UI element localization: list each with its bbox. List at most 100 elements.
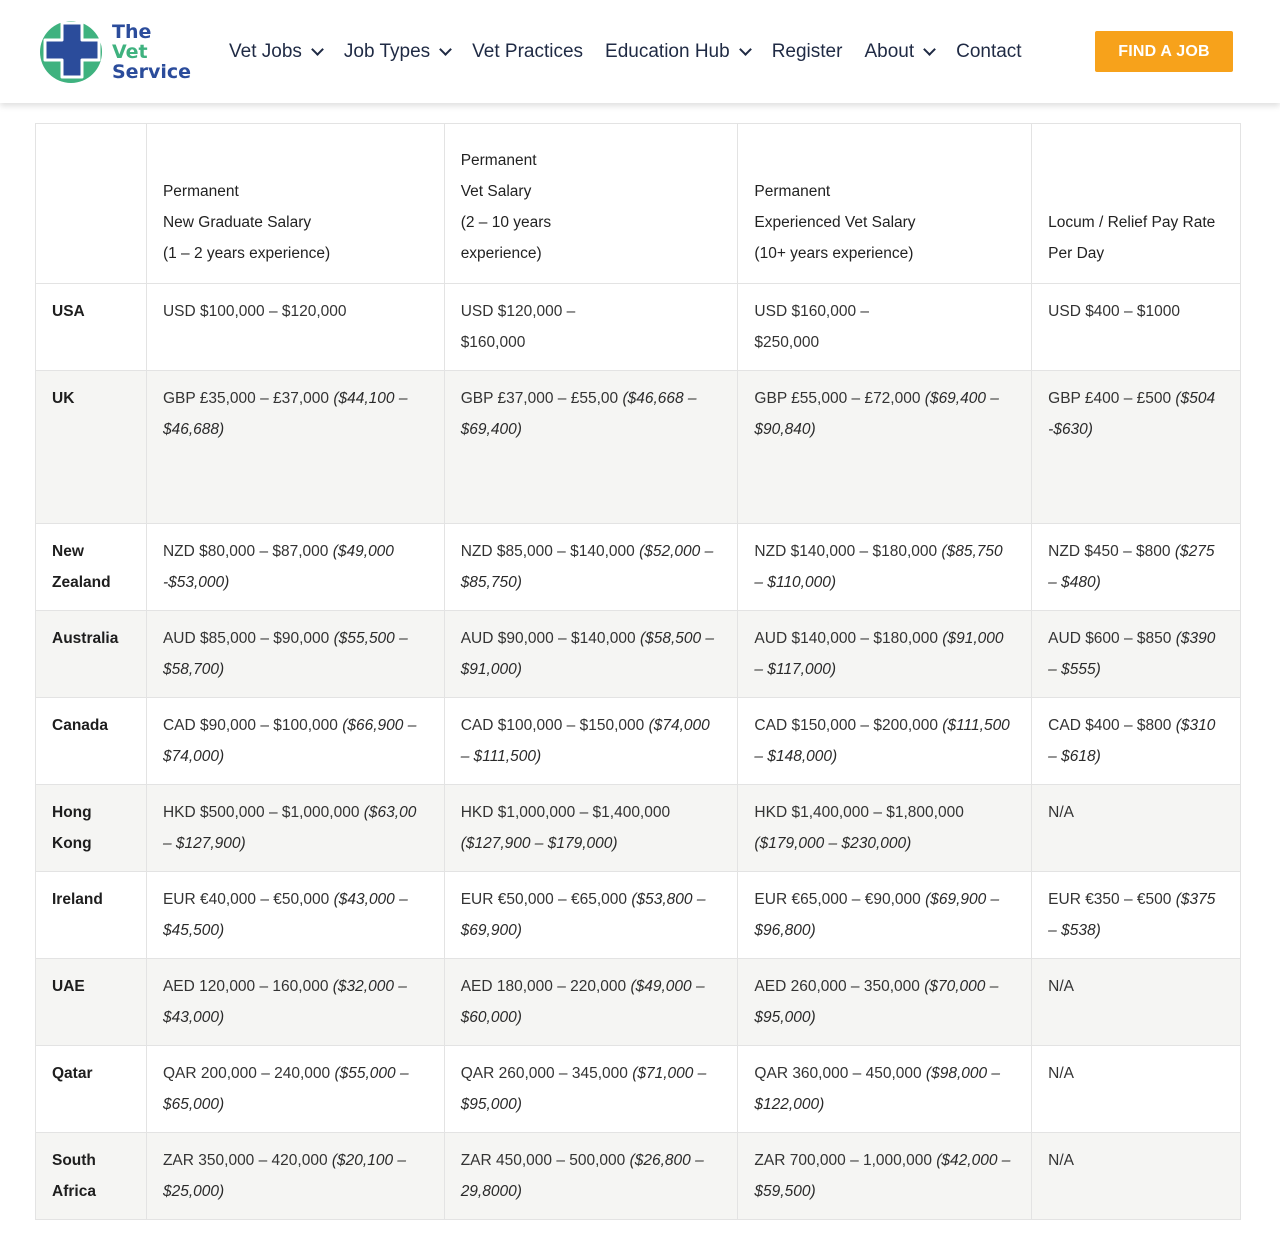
salary-local: AUD $600 – $850 [1048,630,1176,647]
salary-value: EUR €350 – €500 ($375 – $538) [1048,872,1224,946]
salary-local: N/A [1048,1152,1074,1169]
salary-local: NZD $450 – $800 [1048,543,1175,560]
salary-value: GBP £37,000 – £55,00 ($46,668 – $69,400) [461,371,722,445]
nav-register[interactable]: Register [772,41,843,63]
salary-cell: N/A [1031,958,1241,1046]
salary-cell: GBP £400 – £500 ($504 -$630) [1031,370,1241,524]
country-cell: Hong Kong [35,784,147,872]
salary-usd-conversion: ($179,000 – $230,000) [754,835,912,852]
salary-cell: N/A [1031,784,1241,872]
salary-cell: AED 120,000 – 160,000 ($32,000 – $43,000… [145,958,445,1046]
salary-value: CAD $90,000 – $100,000 ($66,900 – $74,00… [163,698,428,772]
salary-value: ZAR 450,000 – 500,000 ($26,800 – 29,8000… [461,1133,722,1207]
salary-value: N/A [1048,785,1224,828]
salary-local: QAR 260,000 – 345,000 [460,1065,633,1082]
logo-line-3: Service [112,61,191,83]
salary-value: NZD $140,000 – $180,000 ($85,750 – $110,… [754,524,1015,598]
salary-value: NZD $450 – $800 ($275 – $480) [1048,524,1224,598]
salary-cell: CAD $400 – $800 ($310 – $618) [1031,697,1241,785]
nav-label: Contact [956,41,1022,62]
nav-label: Register [771,41,843,62]
salary-local: N/A [1048,804,1074,821]
vet-cross-logo-icon [40,21,102,83]
logo[interactable]: The Vet Service [38,17,198,87]
salary-value: AUD $140,000 – $180,000 ($91,000 – $117,… [754,611,1015,685]
salary-local: EUR €65,000 – €90,000 [754,891,926,908]
country-name: UK [52,371,130,414]
salary-local: QAR 200,000 – 240,000 [162,1065,335,1082]
header-cell-empty [35,123,147,284]
country-line: South [52,1152,96,1169]
nav-education-hub[interactable]: Education Hub [605,41,752,63]
country-cell: Canada [35,697,147,785]
country-cell: New Zealand [35,523,147,611]
salary-value: GBP £35,000 – £37,000 ($44,100 – $46,688… [163,371,428,445]
country-line: UK [52,390,75,407]
nav-contact[interactable]: Contact [956,41,1021,63]
salary-value: AED 260,000 – 350,000 ($70,000 – $95,000… [754,959,1015,1033]
table-row: USA USD $100,000 – $120,000 USD $120,000 –… [35,283,1241,371]
salary-local: USD $120,000 – [460,303,576,320]
logo-line-2: Vet [112,41,148,63]
country-name: Australia [52,611,130,654]
salary-value: USD $160,000 – $250,000 [754,284,1015,358]
salary-local: CAD $400 – $800 [1048,717,1176,734]
salary-value: USD $120,000 – $160,000 [461,284,722,358]
salary-local: EUR €350 – €500 [1048,891,1176,908]
nav-vet-jobs[interactable]: Vet Jobs [229,41,324,63]
salary-cell: AUD $90,000 – $140,000 ($58,500 – $91,00… [443,610,739,698]
salary-local: USD $100,000 – $120,000 [162,303,347,320]
country-line: Australia [52,630,119,647]
salary-local: N/A [1048,1065,1074,1082]
salary-local: AUD $85,000 – $90,000 [162,630,334,647]
country-line: Qatar [52,1065,93,1082]
nav-label: Vet Jobs [229,41,302,62]
table-row: Canada CAD $90,000 – $100,000 ($66,900 – … [35,697,1241,785]
header-line: experience) [460,245,542,262]
header-line: Locum / Relief Pay Rate [1048,214,1216,231]
salary-local: AED 180,000 – 220,000 [460,978,631,995]
country-cell: Qatar [35,1045,147,1133]
salary-value: AED 120,000 – 160,000 ($32,000 – $43,000… [163,959,428,1033]
country-cell: UAE [35,958,147,1046]
country-line: New [52,543,84,560]
salary-local: ZAR 350,000 – 420,000 [162,1152,332,1169]
salary-local: GBP £400 – £500 [1048,390,1176,407]
nav-job-types[interactable]: Job Types [343,41,453,63]
nav-label: Job Types [343,41,431,62]
salary-cell: HKD $1,400,000 – $1,800,000 ($179,000 – … [737,784,1033,872]
nav-about[interactable]: About [864,41,936,63]
salary-local: NZD $80,000 – $87,000 [162,543,333,560]
nav-vet-practices[interactable]: Vet Practices [472,41,583,63]
country-line: Ireland [52,891,103,908]
salary-cell: ZAR 350,000 – 420,000 ($20,100 – $25,000… [145,1132,445,1220]
country-line: Africa [52,1183,96,1200]
salary-local: ZAR 700,000 – 1,000,000 [754,1152,937,1169]
salary-cell: NZD $80,000 – $87,000 ($49,000 -$53,000) [145,523,445,611]
header-line: Permanent [460,152,537,169]
country-line: Hong Kong [52,804,92,852]
header-line: Permanent [162,183,239,200]
country-line: USA [52,303,85,320]
table-row: Australia AUD $85,000 – $90,000 ($55,500 … [35,610,1241,698]
salary-local: N/A [1048,978,1074,995]
salary-value: HKD $1,000,000 – $1,400,000 ($127,900 – … [461,785,722,859]
country-cell: USA [35,283,147,371]
salary-cell: EUR €40,000 – €50,000 ($43,000 – $45,500… [145,871,445,959]
nav-label: Education Hub [605,41,730,62]
salary-cell: N/A [1031,1045,1241,1133]
salary-value: USD $100,000 – $120,000 [163,284,428,327]
table-row: UK GBP £35,000 – £37,000 ($44,100 – $46,6… [35,370,1241,524]
country-line: Canada [52,717,108,734]
salary-cell: USD $120,000 – $160,000 [443,283,739,371]
nav-label: About [864,41,915,62]
salary-cell: QAR 260,000 – 345,000 ($71,000 – $95,000… [443,1045,739,1133]
country-name: Canada [52,698,130,741]
find-a-job-button[interactable]: FIND A JOB [1095,31,1233,72]
country-cell: South Africa [35,1132,147,1220]
country-cell: UK [35,370,147,524]
header-line: Per Day [1048,245,1105,262]
country-name: Hong Kong [52,785,130,859]
table-row: UAE AED 120,000 – 160,000 ($32,000 – $43,… [35,958,1241,1046]
salary-value: NZD $80,000 – $87,000 ($49,000 -$53,000) [163,524,428,598]
